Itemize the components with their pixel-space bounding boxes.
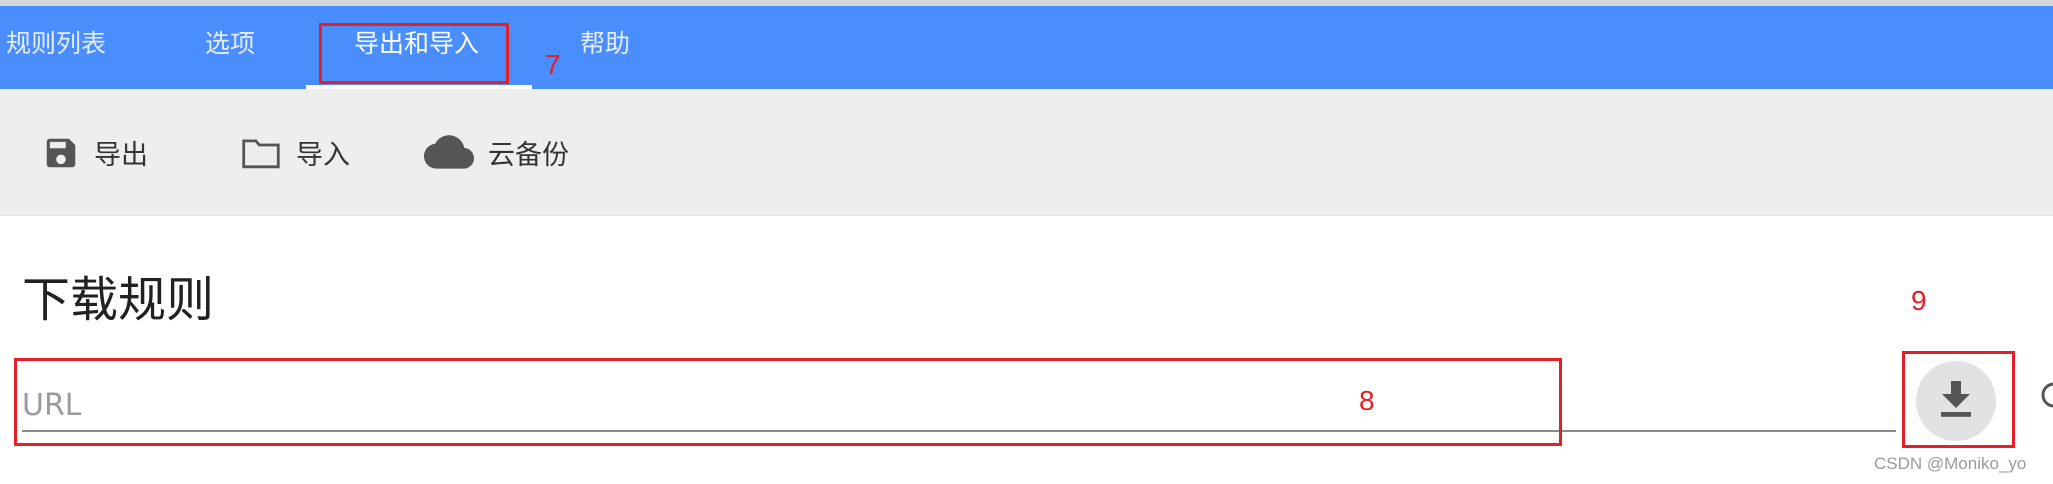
save-icon: [42, 134, 80, 172]
annotation-number-9: 9: [1911, 285, 1927, 316]
download-rules-title: 下载规则: [22, 272, 215, 328]
cloud-backup-label: 云备份: [488, 140, 569, 171]
toolbar: 导出 导入 云备份: [0, 89, 2053, 216]
export-label: 导出: [94, 140, 148, 171]
import-button[interactable]: 导入: [240, 89, 350, 216]
search-icon[interactable]: [2036, 382, 2053, 420]
annotation-box-download-button: [1902, 351, 2015, 448]
import-label: 导入: [296, 140, 350, 171]
tab-options[interactable]: 选项: [205, 6, 255, 89]
tab-help[interactable]: 帮助: [580, 6, 630, 89]
watermark: CSDN @Moniko_yo: [1874, 454, 2027, 473]
folder-icon: [240, 134, 282, 172]
page: 规则列表 选项 导出和导入 帮助 导出 导入 云备份 下载规则 URL 7 8 …: [0, 0, 2053, 484]
tab-bar: 规则列表 选项 导出和导入 帮助: [0, 6, 2053, 89]
export-button[interactable]: 导出: [42, 89, 148, 216]
cloud-backup-button[interactable]: 云备份: [424, 89, 569, 216]
cloud-icon: [424, 134, 474, 171]
annotation-number-7: 7: [545, 49, 561, 80]
annotation-box-url-input: [14, 358, 1562, 446]
annotation-number-8: 8: [1359, 385, 1375, 416]
tab-rule-list[interactable]: 规则列表: [6, 6, 106, 89]
annotation-box-tab: [319, 23, 509, 84]
